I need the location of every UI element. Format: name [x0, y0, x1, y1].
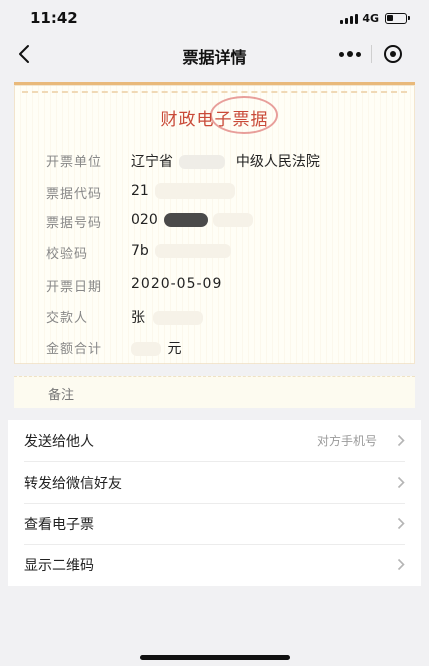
chevron-right-icon — [397, 434, 405, 447]
invoice-perforation — [22, 91, 407, 93]
status-bar: 11:42 4G — [0, 0, 429, 36]
field-value: 21 — [131, 183, 236, 203]
chevron-right-icon — [397, 517, 405, 530]
status-indicators: 4G — [340, 12, 410, 25]
field-value: 020 — [131, 212, 253, 232]
nav-bar: 票据详情 — [0, 36, 429, 72]
view-e-invoice-item[interactable]: 查看电子票 — [8, 503, 421, 544]
menu-item-label: 显示二维码 — [24, 558, 94, 574]
menu-item-label: 发送给他人 — [24, 434, 94, 450]
invoice-card: 财政电子票据 开票单位 辽宁省 中级人民法院 票据代码 21 票据号码 020 … — [14, 82, 415, 364]
status-time: 11:42 — [30, 9, 78, 27]
field-label: 开票单位 — [46, 155, 103, 170]
show-qr-code-item[interactable]: 显示二维码 — [8, 544, 421, 585]
menu-item-hint: 对方手机号 — [316, 434, 377, 448]
remark-section: 备注 — [14, 376, 415, 408]
field-value: 张 — [131, 307, 204, 327]
menu-item-label: 查看电子票 — [24, 517, 94, 533]
field-issuer: 开票单位 辽宁省 中级人民法院 — [46, 151, 320, 171]
invoice-code-value: 21 — [131, 183, 149, 199]
redaction-blur — [155, 183, 236, 199]
redaction-blur — [179, 155, 226, 169]
field-label: 开票日期 — [46, 280, 103, 295]
network-label: 4G — [362, 12, 379, 25]
menu-item-label: 转发给微信好友 — [24, 476, 122, 492]
field-label: 金额合计 — [46, 342, 103, 357]
issuer-province: 辽宁省 — [131, 154, 173, 170]
send-to-others-item[interactable]: 发送给他人 对方手机号 — [8, 420, 421, 461]
field-invoice-number: 票据号码 020 — [46, 212, 253, 232]
battery-icon — [385, 13, 410, 24]
redaction-blur — [212, 213, 253, 227]
chevron-right-icon — [397, 476, 405, 489]
field-check-code: 校验码 7b — [46, 243, 232, 263]
issuer-court: 中级人民法院 — [235, 154, 320, 170]
redaction-mark — [164, 213, 209, 227]
check-code-value: 7b — [131, 243, 149, 259]
more-icon[interactable] — [329, 39, 371, 69]
field-label: 票据代码 — [46, 187, 103, 202]
redaction-blur — [131, 342, 161, 356]
miniprogram-capsule — [329, 39, 415, 69]
issue-date-value: 2020-05-09 — [131, 276, 223, 292]
field-label: 交款人 — [46, 311, 89, 326]
field-label: 校验码 — [46, 247, 89, 262]
field-value: 辽宁省 中级人民法院 — [131, 151, 320, 171]
invoice-title: 财政电子票据 — [14, 101, 415, 134]
field-payer: 交款人 张 — [46, 307, 204, 327]
payer-value: 张 — [131, 310, 145, 326]
field-value: 元 — [131, 338, 181, 358]
field-value: 7b — [131, 243, 232, 263]
action-menu: 发送给他人 对方手机号 转发给微信好友 查看电子票 显示二维码 — [8, 420, 421, 586]
field-label: 票据号码 — [46, 216, 103, 231]
forward-to-wechat-friend-item[interactable]: 转发给微信好友 — [8, 462, 421, 503]
invoice-number-value: 020 — [131, 212, 158, 228]
chevron-right-icon — [397, 558, 405, 571]
signal-icon — [340, 13, 359, 24]
remark-label: 备注 — [48, 388, 75, 403]
close-miniprogram-icon[interactable] — [372, 39, 414, 69]
redaction-blur — [155, 244, 232, 258]
redaction-blur — [153, 311, 204, 325]
home-indicator[interactable] — [140, 655, 290, 660]
invoice-title-text: 财政电子票据 — [160, 110, 269, 130]
field-issue-date: 开票日期 2020-05-09 — [46, 276, 222, 296]
field-total-amount: 金额合计 元 — [46, 338, 181, 358]
amount-unit: 元 — [167, 341, 182, 357]
field-invoice-code: 票据代码 21 — [46, 183, 236, 203]
